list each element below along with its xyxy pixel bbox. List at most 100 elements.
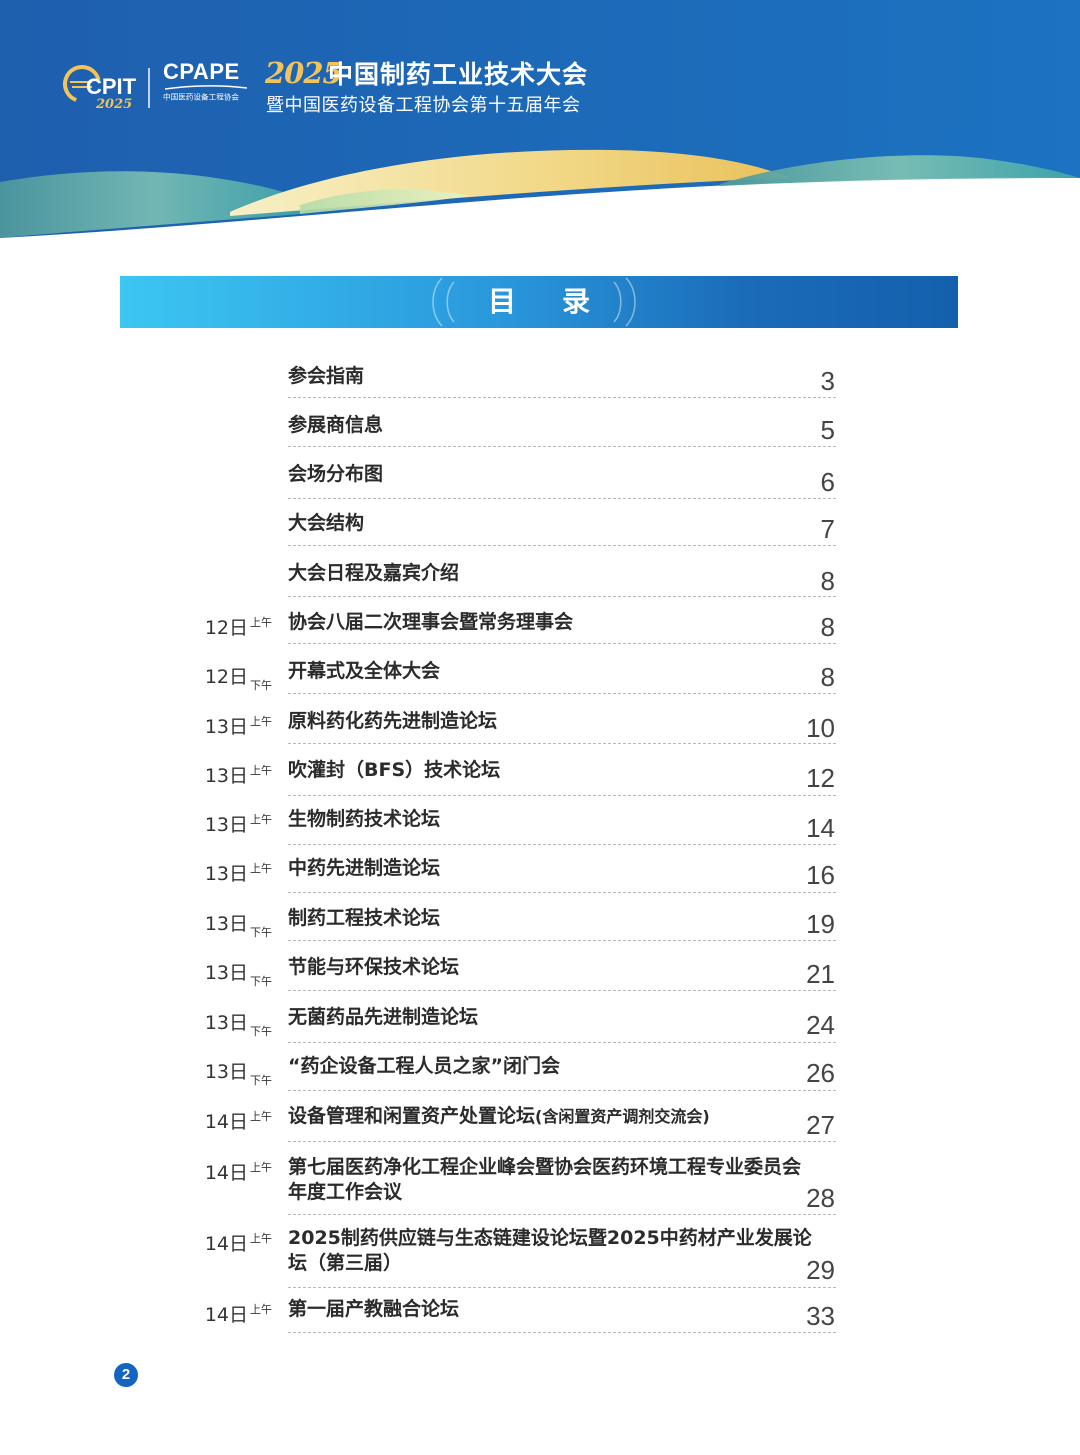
toc-entry-title: 中药先进制造论坛 [288,856,813,881]
toc-entry-dashed-rule [288,1332,836,1333]
toc-entry-page-number[interactable]: 14 [806,813,835,844]
toc-entry-dashed-rule [288,1141,836,1142]
page-number-badge: 2 [114,1363,138,1387]
toc-entry-page-number[interactable]: 26 [806,1058,835,1089]
toc-entry-page-number[interactable]: 24 [806,1010,835,1041]
toc-entry-session: 上午 [250,764,272,777]
toc-entry-title: 生物制药技术论坛 [288,807,813,832]
toc-entry-dashed-rule [288,1090,836,1091]
toc-entry-title: 原料药化药先进制造论坛 [288,709,813,734]
toc-entry-note: (含闲置资产调剂交流会) [535,1107,710,1126]
toc-entry-page-number[interactable]: 19 [806,909,835,940]
toc-entry-date: 13日 [204,814,248,836]
toc-entry-title-text: 设备管理和闲置资产处置论坛 [288,1105,536,1127]
toc-entry-dashed-rule [288,643,836,644]
toc-entry-date: 14日 [204,1111,248,1133]
toc-entry-title: 参展商信息 [288,413,813,438]
toc-entry-session: 上午 [250,1161,272,1174]
toc-entry-page-number[interactable]: 5 [821,415,835,446]
toc-entry-page-number[interactable]: 12 [806,763,835,794]
toc-entry-title-text: 开幕式及全体大会 [288,660,441,682]
toc-entry-title-text: 中药先进制造论坛 [288,857,441,879]
toc-entry-session: 上午 [250,862,272,875]
toc-entry-session: 上午 [250,1110,272,1123]
toc-entry-date: 13日 [204,716,248,738]
toc-entry-title-text: 节能与环保技术论坛 [288,956,460,978]
toc-entry-date: 13日 [204,962,248,984]
toc-entry-page-number[interactable]: 29 [806,1255,835,1286]
cpit-2025-logo: CPIT 2025 [63,65,137,112]
header-background-graphic [0,0,1080,250]
toc-entry-session: 下午 [250,1074,272,1087]
toc-entry-title: 开幕式及全体大会 [288,659,813,684]
toc-entry-title: 第一届产教融合论坛 [288,1297,813,1322]
toc-entry-title: 会场分布图 [288,462,813,487]
cpit-logo-text: CPIT [86,74,137,99]
toc-entry-page-number[interactable]: 8 [821,662,835,693]
toc-entry-dashed-rule [288,1042,836,1043]
toc-entry-dashed-rule [288,545,836,546]
toc-entry-dashed-rule [288,693,836,694]
toc-entry-page-number[interactable]: 21 [806,959,835,990]
toc-entry-session: 上午 [250,1303,272,1316]
toc-entry-title: 大会结构 [288,511,813,536]
toc-entry-dashed-rule [288,795,836,796]
toc-entry-page-number[interactable]: 6 [821,467,835,498]
toc-entry-session: 下午 [250,926,272,939]
conference-subtitle: 暨中国医药设备工程协会第十五届年会 [266,95,581,116]
toc-entry-dashed-rule [288,1214,836,1215]
toc-entry-title-text: 大会日程及嘉宾介绍 [288,562,460,584]
toc-entry-date: 12日 [204,666,248,688]
cpape-logo: CPAPE 中国医药设备工程协会 [163,60,255,103]
toc-entry-title-text: “药企设备工程人员之家”闭门会 [288,1055,560,1077]
toc-entry-date: 13日 [204,913,248,935]
toc-entry-dashed-rule [288,446,836,447]
toc-entry-page-number[interactable]: 28 [806,1183,835,1214]
toc-entry-title: 大会日程及嘉宾介绍 [288,561,813,586]
toc-entry-title-text: 第七届医药净化工程企业峰会暨协会医药环境工程专业委员会年度工作会议 [288,1156,802,1203]
toc-entry-dashed-rule [288,940,836,941]
toc-entry-session: 上午 [250,715,272,728]
toc-entry-page-number[interactable]: 33 [806,1301,835,1332]
toc-entry-title: 设备管理和闲置资产处置论坛(含闲置资产调剂交流会) [288,1104,813,1129]
toc-entry-title: 第七届医药净化工程企业峰会暨协会医药环境工程专业委员会年度工作会议 [288,1155,813,1205]
toc-entry-page-number[interactable]: 8 [821,566,835,597]
toc-entry-page-number[interactable]: 7 [821,514,835,545]
header-banner: CPIT 2025 CPAPE 中国医药设备工程协会 2025 中国制药工业技术… [0,0,1080,250]
toc-entry-page-number[interactable]: 27 [806,1110,835,1141]
toc-entry-title: 参会指南 [288,364,813,389]
toc-entry-dashed-rule [288,844,836,845]
toc-entry-date: 14日 [204,1233,248,1255]
toc-entry-title-text: 原料药化药先进制造论坛 [288,710,498,732]
toc-entry-title-text: 2025制药供应链与生态链建设论坛暨2025中药材产业发展论坛（第三届） [288,1227,812,1274]
toc-entry-title: 制药工程技术论坛 [288,906,813,931]
toc-entry-session: 下午 [250,975,272,988]
toc-entry-date: 12日 [204,617,248,639]
toc-entry-title-text: 制药工程技术论坛 [288,907,441,929]
toc-entry-page-number[interactable]: 3 [821,366,835,397]
toc-entry-dashed-rule [288,1287,836,1288]
toc-entry-date: 13日 [204,1012,248,1034]
cpape-subtitle: 中国医药设备工程协会 [163,92,239,102]
toc-entry-title-text: 无菌药品先进制造论坛 [288,1006,479,1028]
toc-entry-page-number[interactable]: 10 [806,713,835,744]
toc-entry-dashed-rule [288,990,836,991]
toc-entry-title: 无菌药品先进制造论坛 [288,1005,813,1030]
toc-entry-title: 协会八届二次理事会暨常务理事会 [288,610,813,635]
toc-entry-page-number[interactable]: 8 [821,612,835,643]
cpape-name: CPAPE [163,59,240,84]
toc-entry-title: 2025制药供应链与生态链建设论坛暨2025中药材产业发展论坛（第三届） [288,1226,813,1276]
toc-entry-session: 下午 [250,1025,272,1038]
toc-title-bar: 目录 [120,276,958,328]
toc-entry-session: 上午 [250,813,272,826]
toc-title: 目录 [487,285,636,318]
toc-entry-title-text: 大会结构 [288,512,365,534]
toc-entry-session: 下午 [250,679,272,692]
toc-entry-date: 13日 [204,1061,248,1083]
logo-divider [148,68,150,108]
conference-title: 中国制药工业技术大会 [328,60,589,89]
toc-entry-page-number[interactable]: 16 [806,860,835,891]
toc-entry-title-text: 第一届产教融合论坛 [288,1298,460,1320]
toc-entry-title-text: 参展商信息 [288,414,384,436]
cpape-swoosh-icon [164,85,248,90]
